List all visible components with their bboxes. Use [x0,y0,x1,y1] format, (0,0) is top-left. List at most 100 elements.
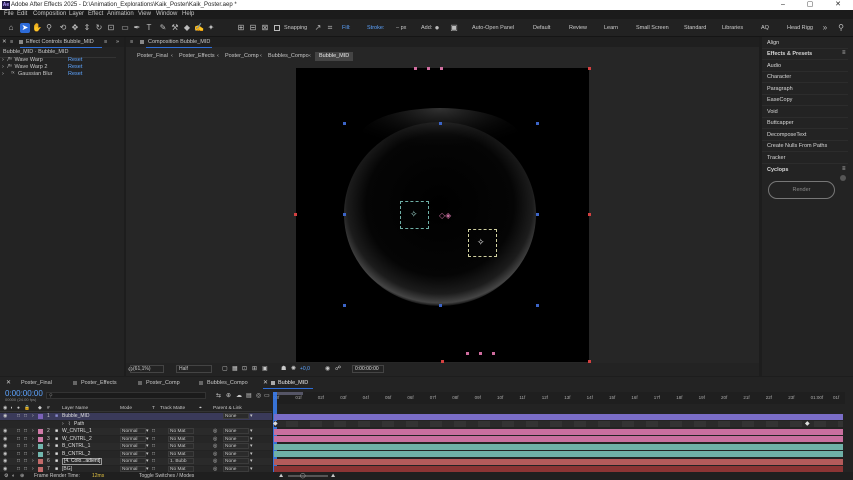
mode-dropdown[interactable]: Normal [120,435,146,442]
track-matte-header[interactable]: Track Matte [160,405,185,412]
panel-decomposetext[interactable]: DecomposeText [767,131,806,139]
home-icon[interactable]: ⌂ [6,23,16,33]
lock-toggle-icon[interactable]: □ [24,451,27,458]
workspace-libraries[interactable]: Libraries [722,19,743,37]
footer-modes-icon[interactable]: ◐ [12,472,15,480]
scrollbar-thumb[interactable] [840,175,846,181]
composition-mini-flowchart-icon[interactable]: ⇆ [216,392,221,399]
zoom-tool-icon[interactable]: ⚲ [44,23,54,33]
layer-row[interactable]: ◉ □ □ › 4 ■ B_CNTRL_1 Normal ▾ □ No Mat ◎ None ▾ [0,443,272,450]
chevron-down-icon[interactable]: ▾ [146,451,149,458]
chevron-down-icon[interactable]: ▾ [250,428,253,435]
puppet-tool-icon[interactable]: ✦ [206,23,216,33]
label-color-swatch[interactable] [38,451,43,457]
roto-brush-tool-icon[interactable]: ✍ [194,23,204,33]
graph-editor-icon[interactable]: ▭ [264,392,270,399]
pickwhip-icon[interactable]: ◎ [213,458,217,465]
footer-transfer-icon[interactable]: ⊕ [20,472,24,480]
search-help-icon[interactable]: ⚲ [836,23,846,33]
transform-handle[interactable] [441,360,444,363]
footer-settings-icon[interactable]: ⚙ [4,472,8,480]
label-color-swatch[interactable] [38,459,43,464]
transform-handle[interactable] [492,352,495,355]
expand-arrow-icon[interactable]: › [32,443,34,450]
workspace-review[interactable]: Review [569,19,587,37]
menu-layer[interactable]: Layer [69,10,84,19]
layer-duration-bar[interactable] [274,443,843,450]
panel-close-icon[interactable]: ✕ [2,37,7,47]
snapping-checkbox[interactable] [274,25,280,31]
add-property-icon[interactable]: ● [432,23,442,33]
chevron-down-icon[interactable]: ▾ [146,458,149,465]
transform-handle[interactable] [440,67,443,70]
workspace-default[interactable]: Default [533,19,550,37]
transparency-grid-icon[interactable]: ▦ [232,365,238,372]
label-color-swatch[interactable] [38,436,43,442]
panel-menu-icon[interactable]: ≡ [842,50,846,56]
minimize-button[interactable]: – [773,0,793,10]
chevron-down-icon[interactable]: ▾ [250,413,253,420]
panel-paragraph[interactable]: Paragraph [767,85,793,93]
transform-handle[interactable] [588,360,591,363]
transform-handle[interactable] [427,67,430,70]
track-matte-dropdown[interactable]: No Mat [168,450,194,457]
visibility-eye-icon[interactable]: ◉ [3,451,7,458]
parent-link-header[interactable]: Parent & Link [213,405,242,412]
breadcrumb-poster-effects[interactable]: Poster_Effects [179,52,215,61]
zoom-slider[interactable] [288,475,328,477]
keyframe-icon[interactable]: ◆ [805,420,810,427]
layer-search-input[interactable]: ⚲ [46,392,206,399]
expand-arrow-icon[interactable]: › [32,451,34,458]
mode-dropdown[interactable]: Normal [120,450,146,457]
panel-menu-icon[interactable]: ≡ [842,166,846,172]
clone-stamp-tool-icon[interactable]: ⚒ [170,23,180,33]
frame-blending-icon[interactable]: ▤ [246,392,252,399]
expand-arrow-icon[interactable]: › [2,64,4,70]
panel-tracker[interactable]: Tracker [767,154,785,162]
draft-3d-icon[interactable]: ⊕ [226,392,231,399]
mode-dropdown[interactable]: Normal [120,443,146,449]
snapshot-icon[interactable]: ◉ [325,365,330,372]
transform-handle[interactable] [466,352,469,355]
parent-dropdown[interactable]: None [223,450,249,457]
breadcrumb-poster-final[interactable]: Poster_Final [137,52,168,61]
menu-composition[interactable]: Composition [33,10,66,19]
reset-link[interactable]: Reset [68,64,82,71]
timeline-tab-poster-comp[interactable]: Poster_Comp [146,379,180,388]
layer-name[interactable]: Bubble_MID [62,413,90,420]
panel-menu-icon[interactable]: ≡ [10,37,13,47]
workspace-head-rigg[interactable]: Head Rigg [787,19,813,37]
mask-visibility-icon[interactable]: ⊡ [242,365,247,372]
parent-dropdown[interactable]: None [223,428,249,434]
parent-dropdown[interactable]: None [223,443,249,449]
preserve-transparency-checkbox[interactable]: □ [152,451,155,458]
label-color-swatch[interactable] [38,429,43,434]
breadcrumb-bubbles-compo[interactable]: Bubbles_Compo [268,52,309,61]
mode-dropdown[interactable]: Normal [120,428,146,434]
panel-create-nulls[interactable]: Create Nulls From Paths [767,142,827,150]
preserve-transparency-checkbox[interactable]: □ [152,458,155,465]
lock-toggle-icon[interactable]: □ [24,428,27,435]
shy-layers-icon[interactable]: ☁ [236,392,242,399]
mode-dropdown[interactable]: Normal [120,465,146,472]
layer-row[interactable]: ◉ □ □ › 1 ■ Bubble_MID None ▾ [0,413,272,420]
layer-name[interactable]: [4. Colo...adient] [62,458,103,465]
pickwhip-icon[interactable]: ◎ [213,428,217,435]
solo-toggle-icon[interactable]: □ [17,428,20,435]
lock-toggle-icon[interactable]: □ [24,458,27,465]
workspace-standard[interactable]: Standard [684,19,706,37]
align-left-icon[interactable]: ⊞ [236,23,246,33]
lock-toggle-icon[interactable]: □ [24,443,27,450]
snap-features-icon[interactable]: ⌗ [325,23,335,33]
menu-edit[interactable]: Edit [17,10,27,19]
align-right-icon[interactable]: ⊠ [260,23,270,33]
visibility-eye-icon[interactable]: ◉ [3,428,7,435]
panel-close-icon[interactable]: ✕ [263,379,268,386]
solo-toggle-icon[interactable]: □ [17,443,20,450]
panel-expand-icon[interactable]: » [116,37,119,47]
type-tool-icon[interactable]: T [144,23,154,33]
resolution-dropdown[interactable]: Half [176,365,212,373]
snap-edges-icon[interactable]: ↗ [313,23,323,33]
brush-tool-icon[interactable]: ✎ [158,23,168,33]
workspace-aq[interactable]: AQ [761,19,769,37]
